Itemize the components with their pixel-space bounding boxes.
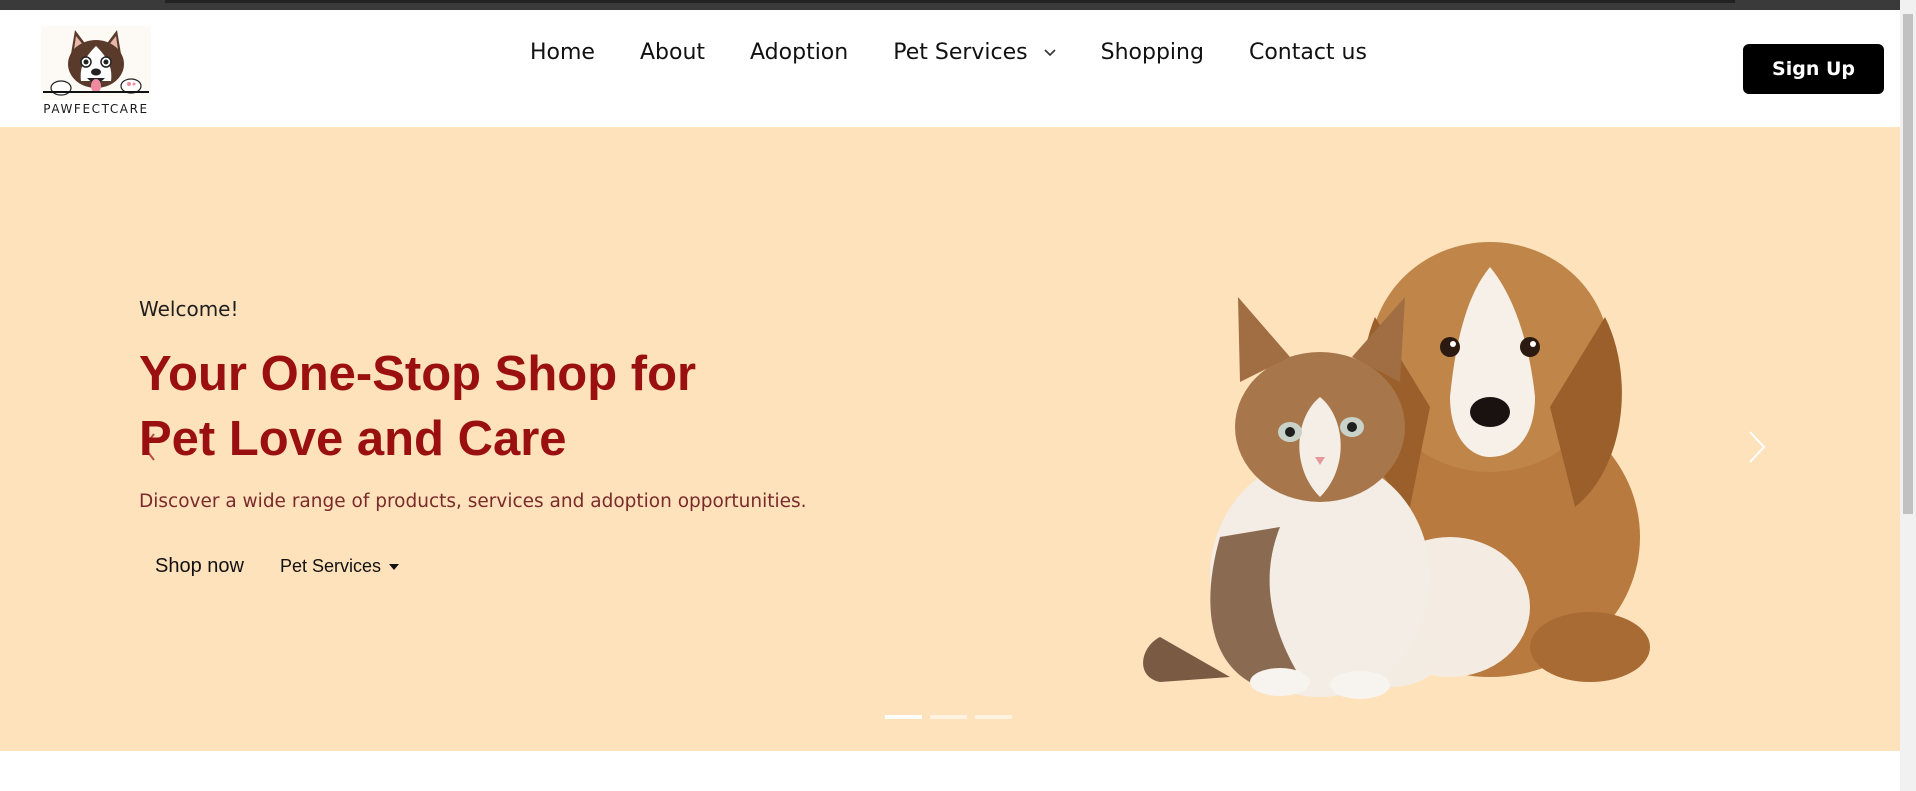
husky-logo-icon bbox=[41, 26, 151, 100]
hero-actions: Shop now Pet Services bbox=[139, 547, 411, 586]
hero-welcome: Welcome! bbox=[139, 297, 239, 321]
carousel-indicator-2[interactable] bbox=[930, 715, 967, 719]
carousel-indicator-3[interactable] bbox=[975, 715, 1012, 719]
brand-logo[interactable]: PAWFECTCARE bbox=[35, 26, 157, 120]
hero-headline-line2: Pet Love and Care bbox=[139, 412, 567, 466]
carousel-prev-button[interactable] bbox=[134, 417, 164, 477]
hero-tagline: Discover a wide range of products, servi… bbox=[139, 491, 807, 512]
chevron-left-icon bbox=[142, 433, 155, 461]
page-scrollbar[interactable] bbox=[1900, 0, 1916, 791]
shop-now-button[interactable]: Shop now bbox=[139, 547, 260, 586]
pet-services-dropdown-button[interactable]: Pet Services bbox=[260, 548, 411, 585]
browser-top-strip bbox=[0, 0, 1900, 10]
sign-up-button[interactable]: Sign Up bbox=[1743, 44, 1884, 94]
caret-down-icon bbox=[389, 563, 400, 570]
browser-tab-bar bbox=[165, 0, 1735, 3]
carousel-indicators bbox=[885, 715, 1012, 719]
kitten-and-puppy-image bbox=[1143, 242, 1650, 699]
nav-pet-services-label: Pet Services bbox=[893, 40, 1028, 65]
nav-home-link[interactable]: Home bbox=[530, 40, 595, 65]
brand-name: PAWFECTCARE bbox=[43, 102, 149, 116]
main-navigation: Home About Adoption Pet Services Shoppin… bbox=[530, 10, 1412, 127]
nav-contact-link[interactable]: Contact us bbox=[1249, 40, 1367, 65]
nav-shopping-link[interactable]: Shopping bbox=[1101, 40, 1204, 65]
pet-services-button-label: Pet Services bbox=[279, 556, 382, 576]
hero-headline-line1: Your One-Stop Shop for bbox=[139, 347, 697, 401]
carousel-indicator-1[interactable] bbox=[885, 715, 922, 719]
hero-headline: Your One-Stop Shop for Pet Love and Care bbox=[139, 342, 839, 472]
nav-pet-services-dropdown[interactable]: Pet Services bbox=[893, 40, 1056, 65]
hero-carousel: Welcome! Your One-Stop Shop for Pet Love… bbox=[0, 127, 1900, 751]
nav-about-link[interactable]: About bbox=[640, 40, 705, 65]
chevron-right-icon bbox=[1749, 431, 1766, 463]
carousel-next-button[interactable] bbox=[1742, 417, 1772, 477]
nav-adoption-link[interactable]: Adoption bbox=[750, 40, 848, 65]
chevron-down-icon bbox=[1044, 48, 1056, 57]
navbar: PAWFECTCARE Home About Adoption Pet Serv… bbox=[0, 10, 1900, 127]
scrollbar-thumb[interactable] bbox=[1903, 14, 1913, 514]
